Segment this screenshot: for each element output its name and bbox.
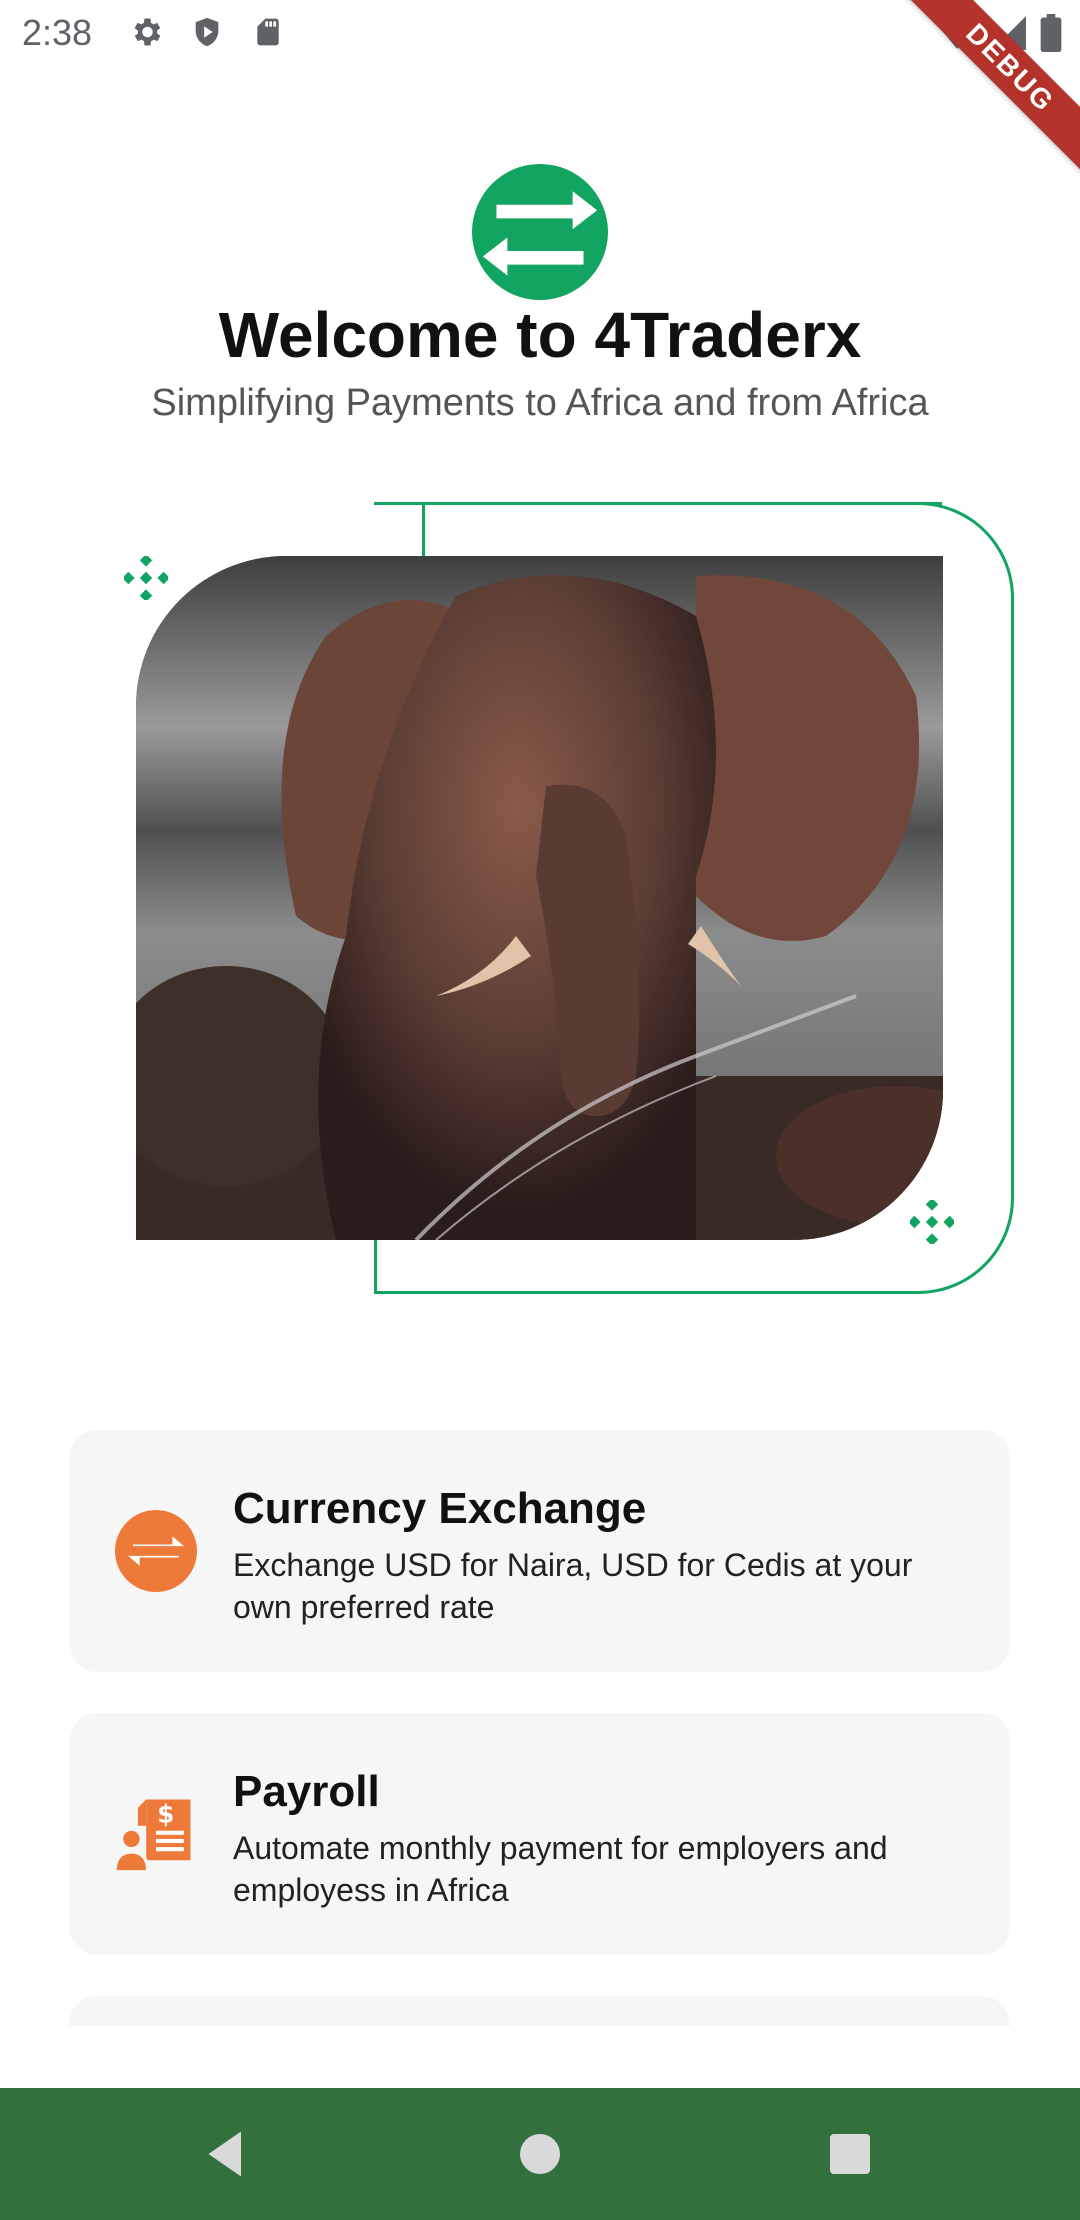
hero-frame-left-bottom	[374, 1240, 377, 1294]
currency-exchange-card[interactable]: Currency Exchange Exchange USD for Naira…	[69, 1430, 1010, 1672]
battery-icon	[1040, 14, 1062, 52]
status-bar: 2:38	[0, 0, 1080, 66]
home-icon[interactable]	[510, 2124, 570, 2184]
screen: 2:38 DEBUG Welcome to 4Traderx Simplifyi…	[0, 0, 1080, 2220]
gear-icon	[134, 18, 161, 46]
partial-card[interactable]	[69, 1996, 1010, 2026]
navigation-bar	[0, 2088, 1080, 2220]
back-icon[interactable]	[196, 2124, 256, 2184]
status-time: 2:38	[22, 12, 93, 53]
card-title: Currency Exchange	[233, 1484, 647, 1533]
payroll-icon: $	[115, 1800, 191, 1874]
sd-card-icon	[257, 18, 279, 46]
card-description: Exchange USD for Naira, USD for Cedis at…	[233, 1547, 913, 1625]
sparkle-icon	[124, 556, 168, 600]
card-title: Payroll	[233, 1767, 380, 1816]
exchange-arrows-logo	[472, 164, 608, 300]
card-description: Automate monthly payment for employers a…	[233, 1830, 888, 1908]
recents-icon[interactable]	[820, 2124, 880, 2184]
svg-text:$: $	[157, 1800, 174, 1829]
payroll-card[interactable]: $ Payroll Automate monthly payment for e…	[69, 1713, 1010, 1955]
page-title: Welcome to 4Traderx	[218, 299, 862, 371]
shield-play-icon	[195, 17, 219, 47]
exchange-icon	[115, 1510, 197, 1592]
sparkle-icon	[910, 1200, 954, 1244]
page-subtitle: Simplifying Payments to Africa and from …	[151, 382, 929, 424]
elephant-photo	[136, 556, 943, 1240]
